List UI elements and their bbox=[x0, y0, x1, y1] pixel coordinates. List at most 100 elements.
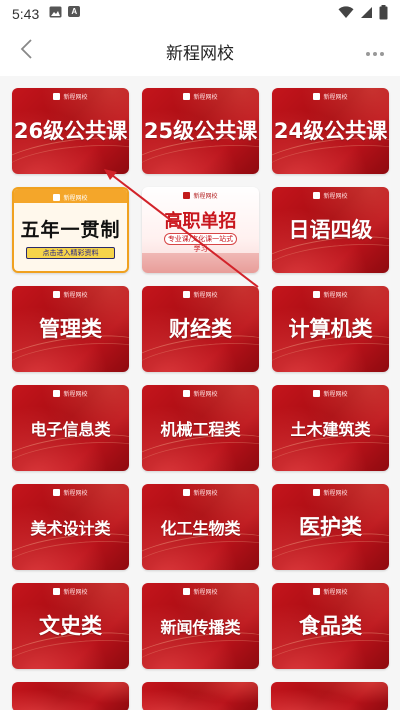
brand-logo-icon bbox=[183, 291, 191, 298]
category-card-partial[interactable] bbox=[271, 682, 389, 710]
brand-logo-icon bbox=[313, 192, 321, 199]
card-brand: 新程网校 bbox=[12, 389, 129, 398]
card-brand: 新程网校 bbox=[142, 191, 259, 200]
card-brand: 新程网校 bbox=[142, 587, 259, 596]
signal-icon bbox=[360, 6, 373, 23]
brand-logo-icon bbox=[53, 489, 61, 496]
category-card[interactable]: 新程网校 26级公共课 bbox=[12, 88, 129, 174]
image-icon bbox=[49, 6, 62, 22]
brand-text: 新程网校 bbox=[323, 94, 348, 101]
category-card[interactable]: 新程网校 化工生物类 bbox=[142, 484, 259, 570]
brand-text: 新程网校 bbox=[63, 589, 88, 596]
card-label: 日语四级 bbox=[288, 218, 373, 242]
wifi-icon bbox=[338, 5, 354, 23]
brand-text: 新程网校 bbox=[193, 94, 218, 101]
chevron-left-icon bbox=[20, 38, 34, 64]
category-card[interactable]: 新程网校 医护类 bbox=[272, 484, 389, 570]
brand-logo-icon bbox=[53, 194, 61, 201]
card-brand: 新程网校 bbox=[12, 92, 129, 101]
category-card[interactable]: 新程网校管理类 bbox=[12, 286, 129, 372]
brand-text: 新程网校 bbox=[63, 490, 88, 497]
brand-text: 新程网校 bbox=[63, 391, 88, 398]
category-card[interactable]: 新程网校 25级公共课 bbox=[142, 88, 259, 174]
brand-logo-icon bbox=[313, 588, 321, 595]
category-card[interactable]: 新程网校电子信息类 bbox=[12, 385, 129, 471]
card-label: 财经类 bbox=[169, 317, 232, 341]
card-label: 食品类 bbox=[299, 614, 362, 638]
card-label: 五年一贯制 bbox=[20, 219, 121, 241]
brand-logo-icon bbox=[53, 588, 61, 595]
brand-text: 新程网校 bbox=[63, 195, 88, 202]
brand-logo-icon bbox=[183, 489, 191, 496]
status-bar: 5:43 A bbox=[0, 0, 400, 28]
category-card-partial[interactable] bbox=[12, 682, 129, 710]
status-time: 5:43 bbox=[12, 6, 40, 22]
card-subtitle: 专业课/文化课一站式学习 bbox=[164, 233, 237, 253]
card-label: 新闻传播类 bbox=[160, 618, 241, 637]
card-brand: 新程网校 bbox=[14, 193, 127, 202]
status-icons-left: A bbox=[49, 6, 81, 22]
category-card[interactable]: 新程网校文史类 bbox=[12, 583, 129, 669]
category-grid: 新程网校 26级公共课 新程网校 25级公共课 新程网校 24级公共课 新程网校 五年一贯制点… bbox=[12, 88, 389, 669]
card-label: 机械工程类 bbox=[160, 420, 241, 439]
nav-bar: 新程网校 bbox=[0, 28, 400, 74]
card-brand: 新程网校 bbox=[272, 488, 389, 497]
card-brand: 新程网校 bbox=[12, 587, 129, 596]
brand-logo-icon bbox=[313, 291, 321, 298]
brand-text: 新程网校 bbox=[193, 589, 218, 596]
category-card-partial[interactable] bbox=[141, 682, 259, 710]
category-card[interactable]: 新程网校 日语四级 bbox=[272, 187, 389, 273]
card-brand: 新程网校 bbox=[12, 290, 129, 299]
card-label: 26级公共课 bbox=[13, 119, 128, 143]
category-card[interactable]: 新程网校 美术设计类 bbox=[12, 484, 129, 570]
more-button[interactable] bbox=[362, 40, 388, 62]
brand-logo-icon bbox=[183, 390, 191, 397]
status-icons-right bbox=[338, 4, 388, 24]
card-brand: 新程网校 bbox=[272, 389, 389, 398]
card-brand: 新程网校 bbox=[142, 389, 259, 398]
card-brand: 新程网校 bbox=[272, 191, 389, 200]
card-label: 24级公共课 bbox=[273, 119, 388, 143]
category-card[interactable]: 新程网校计算机类 bbox=[272, 286, 389, 372]
more-dots-icon bbox=[365, 42, 385, 61]
brand-text: 新程网校 bbox=[63, 292, 88, 299]
category-card[interactable]: 新程网校 财经类 bbox=[142, 286, 259, 372]
page-title: 新程网校 bbox=[166, 43, 234, 64]
category-card[interactable]: 新程网校 五年一贯制 点击进入精彩资料 bbox=[12, 187, 129, 273]
back-button[interactable] bbox=[14, 38, 40, 64]
brand-logo-icon bbox=[53, 390, 61, 397]
card-brand: 新程网校 bbox=[142, 488, 259, 497]
brand-logo-icon bbox=[313, 93, 321, 100]
category-card[interactable]: 新程网校新闻传播类 bbox=[142, 583, 259, 669]
partial-card-row bbox=[12, 682, 389, 710]
brand-text: 新程网校 bbox=[323, 490, 348, 497]
category-card[interactable]: 新程网校土木建筑类 bbox=[272, 385, 389, 471]
brand-logo-icon bbox=[53, 93, 61, 100]
card-label: 土木建筑类 bbox=[290, 420, 371, 439]
category-card[interactable]: 新程网校食品类 bbox=[272, 583, 389, 669]
card-label: 文史类 bbox=[39, 614, 102, 638]
category-card[interactable]: 新程网校高职单招 专业课/文化课一站式学习 bbox=[142, 187, 259, 273]
card-label: 化工生物类 bbox=[160, 519, 241, 538]
card-brand: 新程网校 bbox=[272, 92, 389, 101]
brand-text: 新程网校 bbox=[323, 292, 348, 299]
card-label: 电子信息类 bbox=[30, 420, 111, 439]
card-label: 管理类 bbox=[39, 317, 102, 341]
category-card[interactable]: 新程网校 24级公共课 bbox=[272, 88, 389, 174]
brand-logo-icon bbox=[313, 390, 321, 397]
brand-logo-icon bbox=[183, 192, 191, 199]
card-brand: 新程网校 bbox=[272, 290, 389, 299]
brand-text: 新程网校 bbox=[193, 193, 218, 200]
card-brand: 新程网校 bbox=[142, 92, 259, 101]
brand-text: 新程网校 bbox=[323, 391, 348, 398]
brand-logo-icon bbox=[313, 489, 321, 496]
course-category-list: 新程网校 26级公共课 新程网校 25级公共课 新程网校 24级公共课 新程网校 五年一贯制点… bbox=[0, 76, 400, 710]
category-card[interactable]: 新程网校 机械工程类 bbox=[142, 385, 259, 471]
brand-logo-icon bbox=[183, 588, 191, 595]
a-icon: A bbox=[68, 6, 81, 17]
card-brand: 新程网校 bbox=[272, 587, 389, 596]
brand-text: 新程网校 bbox=[323, 589, 348, 596]
card-label: 高职单招 bbox=[164, 211, 237, 232]
card-brand: 新程网校 bbox=[142, 290, 259, 299]
card-label: 计算机类 bbox=[288, 317, 373, 341]
